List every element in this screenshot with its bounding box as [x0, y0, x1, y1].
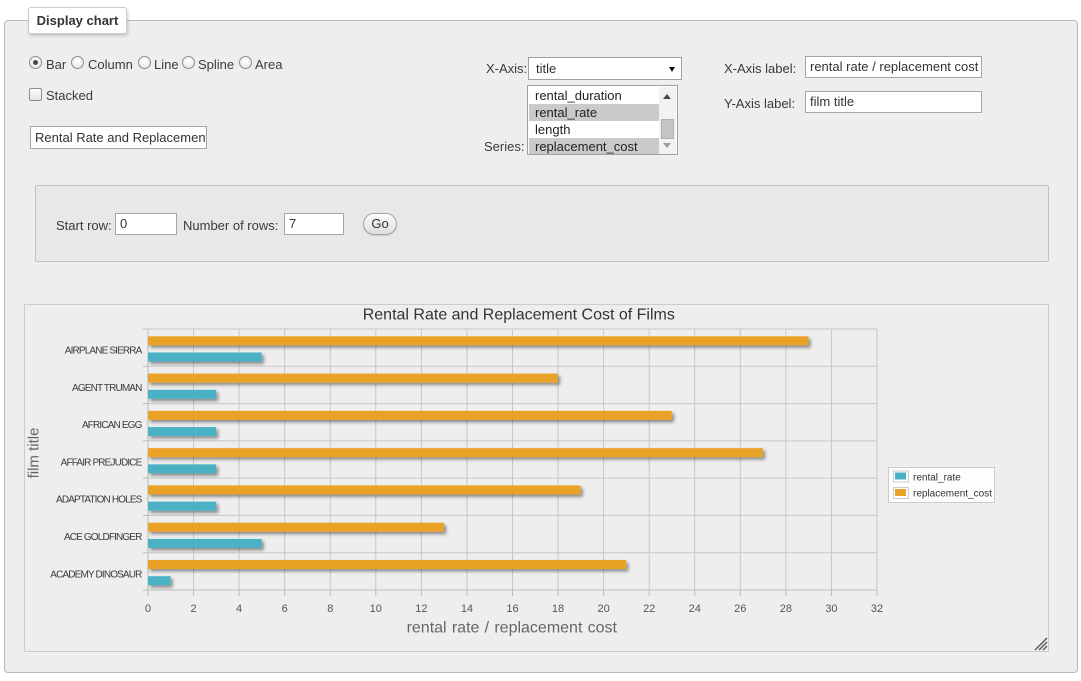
svg-text:14: 14: [461, 603, 473, 615]
svg-text:4: 4: [236, 603, 242, 615]
svg-text:2: 2: [190, 603, 196, 615]
svg-text:28: 28: [780, 603, 792, 615]
svg-text:30: 30: [825, 603, 837, 615]
svg-text:AFFAIR PREJUDICE: AFFAIR PREJUDICE: [61, 457, 143, 468]
svg-text:22: 22: [643, 603, 655, 615]
svg-text:replacement_cost: replacement_cost: [913, 489, 992, 500]
svg-text:AIRPLANE SIERRA: AIRPLANE SIERRA: [65, 346, 143, 357]
svg-text:ADAPTATION HOLES: ADAPTATION HOLES: [56, 495, 143, 506]
svg-text:Rental Rate and Replacement Co: Rental Rate and Replacement Cost of Film…: [363, 307, 675, 324]
svg-text:10: 10: [370, 603, 382, 615]
svg-text:0: 0: [145, 603, 151, 615]
svg-text:rental_rate: rental_rate: [913, 473, 961, 484]
svg-text:AFRICAN EGG: AFRICAN EGG: [82, 420, 143, 431]
svg-text:24: 24: [689, 603, 701, 615]
svg-text:16: 16: [506, 603, 518, 615]
svg-text:32: 32: [871, 603, 883, 615]
svg-text:6: 6: [282, 603, 288, 615]
svg-text:8: 8: [327, 603, 333, 615]
svg-text:ACADEMY DINOSAUR: ACADEMY DINOSAUR: [50, 569, 142, 580]
svg-text:20: 20: [597, 603, 609, 615]
svg-text:26: 26: [734, 603, 746, 615]
svg-text:18: 18: [552, 603, 564, 615]
svg-text:rental rate / replacement cost: rental rate / replacement cost: [407, 620, 618, 637]
svg-text:12: 12: [415, 603, 427, 615]
svg-text:AGENT TRUMAN: AGENT TRUMAN: [72, 383, 142, 394]
svg-text:ACE GOLDFINGER: ACE GOLDFINGER: [64, 532, 142, 543]
svg-text:film title: film title: [26, 428, 43, 479]
